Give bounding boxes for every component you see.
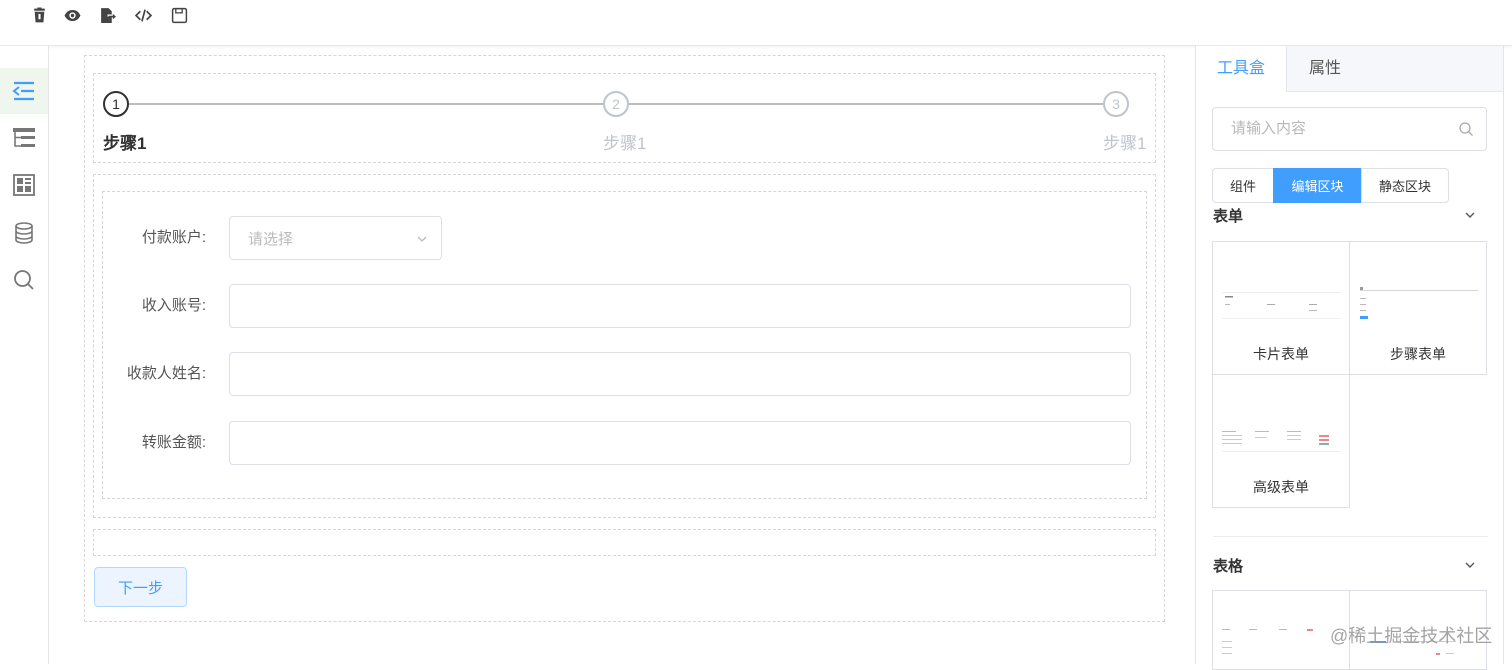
export-icon[interactable] — [96, 4, 118, 26]
preview-eye-icon[interactable] — [61, 4, 83, 26]
step-1-circle: 1 — [103, 91, 129, 117]
select-placeholder: 请选择 — [248, 230, 294, 248]
card-form-thumbnail — [1219, 282, 1345, 332]
payee-name-label: 收款人姓名: — [126, 365, 206, 382]
transfer-amount-label: 转账金额: — [141, 434, 206, 451]
block-card-step-form[interactable]: 步骤表单 — [1349, 241, 1487, 375]
card-caption: 步骤表单 — [1390, 346, 1446, 362]
segment-components[interactable]: 组件 — [1212, 168, 1274, 203]
search-icon[interactable] — [0, 257, 48, 303]
block-layout-icon[interactable] — [0, 162, 48, 208]
search-icon[interactable] — [1458, 121, 1474, 137]
step-1-title: 步骤1 — [103, 134, 147, 153]
tree-structure-icon[interactable] — [0, 115, 48, 161]
step-connector — [129, 103, 603, 105]
transfer-amount-input[interactable] — [229, 421, 1131, 465]
step-2-title: 步骤1 — [603, 134, 647, 153]
top-toolbar — [0, 0, 1512, 46]
payment-account-label: 付款账户: — [141, 229, 206, 246]
table-thumbnail — [1222, 629, 1313, 654]
chevron-down-icon — [417, 236, 427, 242]
toolbox-search — [1212, 107, 1487, 151]
delete-icon[interactable] — [28, 4, 50, 26]
receive-account-input[interactable] — [229, 284, 1131, 328]
chevron-down-icon[interactable] — [1463, 208, 1477, 222]
panel-tabs: 工具盒 属性 — [1196, 46, 1503, 92]
segment-static-blocks[interactable]: 静态区块 — [1361, 168, 1449, 203]
next-step-button[interactable]: 下一步 — [94, 567, 187, 607]
outline-indent-icon[interactable] — [0, 68, 48, 114]
category-divider — [1213, 536, 1488, 537]
save-icon[interactable] — [168, 4, 190, 26]
step-3-title: 步骤1 — [1103, 134, 1147, 153]
category-table-title: 表格 — [1213, 558, 1244, 575]
receive-account-label: 收入账号: — [141, 297, 206, 314]
chevron-down-icon[interactable] — [1463, 558, 1477, 572]
tab-properties[interactable]: 属性 — [1287, 46, 1363, 92]
step-connector — [629, 103, 1103, 105]
payment-account-select[interactable]: 请选择 — [229, 216, 442, 260]
step-2-circle: 2 — [603, 91, 629, 117]
card-caption: 高级表单 — [1253, 479, 1309, 495]
left-sidebar — [0, 46, 49, 664]
watermark: @稀土掘金技术社区 — [1330, 626, 1493, 646]
step-form-thumbnail — [1356, 282, 1482, 332]
segment-edit-blocks[interactable]: 编辑区块 — [1273, 168, 1362, 203]
block-card-card-form[interactable]: 卡片表单 — [1212, 241, 1350, 375]
payee-name-input[interactable] — [229, 352, 1131, 396]
category-form-title: 表单 — [1213, 208, 1244, 225]
advanced-form-thumbnail — [1219, 415, 1345, 465]
database-icon[interactable] — [0, 210, 48, 256]
step-3-circle: 3 — [1103, 91, 1129, 117]
tab-toolbox[interactable]: 工具盒 — [1196, 46, 1287, 92]
card-caption: 卡片表单 — [1253, 346, 1309, 362]
empty-drop-zone[interactable] — [93, 529, 1156, 556]
block-card-advanced-form[interactable]: 高级表单 — [1212, 374, 1350, 508]
code-icon[interactable] — [132, 4, 154, 26]
search-input[interactable] — [1231, 120, 1451, 137]
